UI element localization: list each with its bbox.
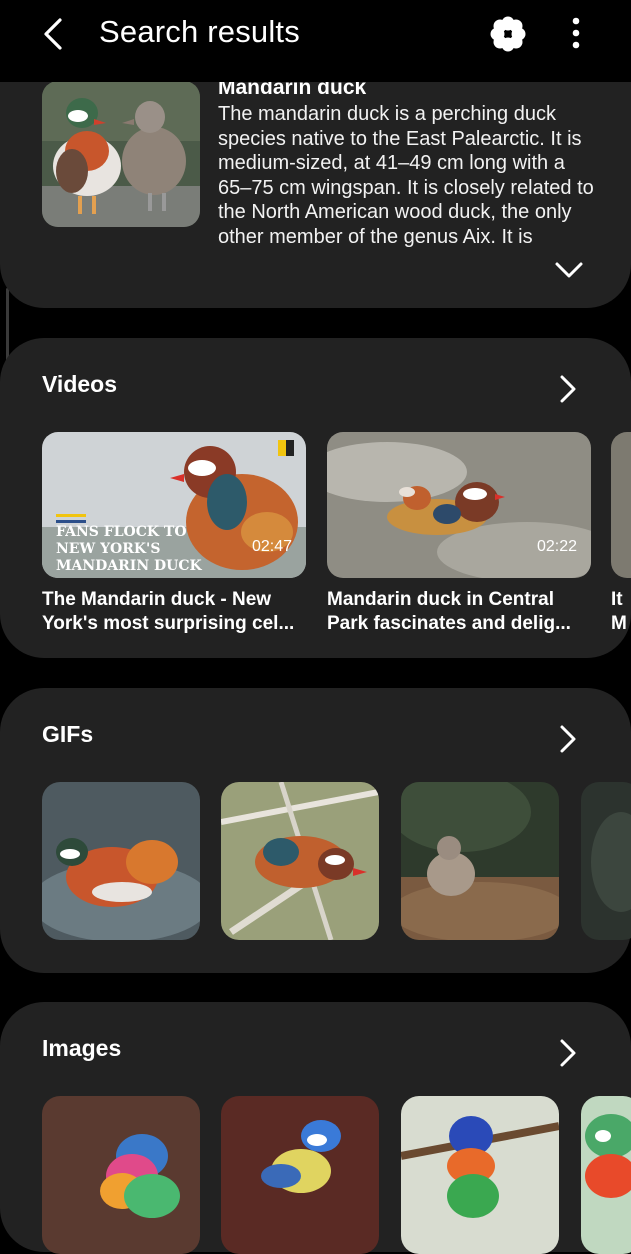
- videos-section: Videos FANS FLOCK TO NEW YORK'S MANDARIN…: [0, 338, 631, 658]
- video-caption-line-1: Mandarin duck in Central: [327, 589, 554, 610]
- gifs-section: GIFs: [0, 688, 631, 973]
- images-section: Images: [0, 1002, 631, 1254]
- image-thumbnail[interactable]: [221, 1096, 379, 1254]
- gif-thumbnail[interactable]: [221, 782, 379, 940]
- video-overlay-line-1: FANS FLOCK TO: [56, 524, 187, 540]
- image-thumbnail[interactable]: [42, 1096, 200, 1254]
- video-caption-line-2: York's most surprising cel...: [42, 613, 295, 634]
- chevron-right-icon[interactable]: [557, 1038, 579, 1068]
- top-app-bar: Search results: [0, 0, 631, 82]
- video-thumbnail[interactable]: 02:22: [327, 432, 591, 578]
- page-title: Search results: [99, 14, 300, 49]
- chevron-right-icon[interactable]: [557, 374, 579, 404]
- video-thumbnail[interactable]: [611, 432, 631, 578]
- gif-thumbnail[interactable]: [581, 782, 631, 940]
- images-section-title: Images: [42, 1035, 122, 1061]
- videos-section-title: Videos: [42, 371, 117, 397]
- video-duration: 02:47: [251, 538, 292, 555]
- bixby-vision-icon[interactable]: [489, 15, 527, 53]
- gif-thumbnail[interactable]: [401, 782, 559, 940]
- video-caption-line-1: The Mandarin duck - New: [42, 589, 272, 610]
- gif-thumbnail[interactable]: [42, 782, 200, 940]
- video-caption-line-2: M: [611, 613, 627, 634]
- video-overlay-line-2: NEW YORK'S: [56, 541, 160, 557]
- more-options-icon[interactable]: [562, 15, 590, 53]
- gifs-section-title: GIFs: [42, 721, 94, 747]
- chevron-right-icon[interactable]: [557, 724, 579, 754]
- wiki-description: The mandarin duck is a perching duck spe…: [218, 103, 594, 248]
- video-overlay-line-3: MANDARIN DUCK: [56, 558, 203, 574]
- wiki-thumbnail[interactable]: [42, 81, 200, 227]
- back-arrow-icon[interactable]: [36, 16, 70, 52]
- video-thumbnail[interactable]: FANS FLOCK TO NEW YORK'S MANDARIN DUCK 0…: [42, 432, 306, 578]
- video-caption[interactable]: It M: [611, 588, 631, 636]
- video-caption-line-1: It: [611, 589, 623, 610]
- image-thumbnail[interactable]: [581, 1096, 631, 1254]
- chevron-down-icon[interactable]: [553, 260, 585, 280]
- video-caption[interactable]: Mandarin duck in Central Park fascinates…: [327, 588, 595, 636]
- image-thumbnail[interactable]: [401, 1096, 559, 1254]
- video-caption-line-2: Park fascinates and delig...: [327, 613, 571, 634]
- video-caption[interactable]: The Mandarin duck - New York's most surp…: [42, 588, 310, 636]
- video-duration: 02:22: [536, 538, 577, 555]
